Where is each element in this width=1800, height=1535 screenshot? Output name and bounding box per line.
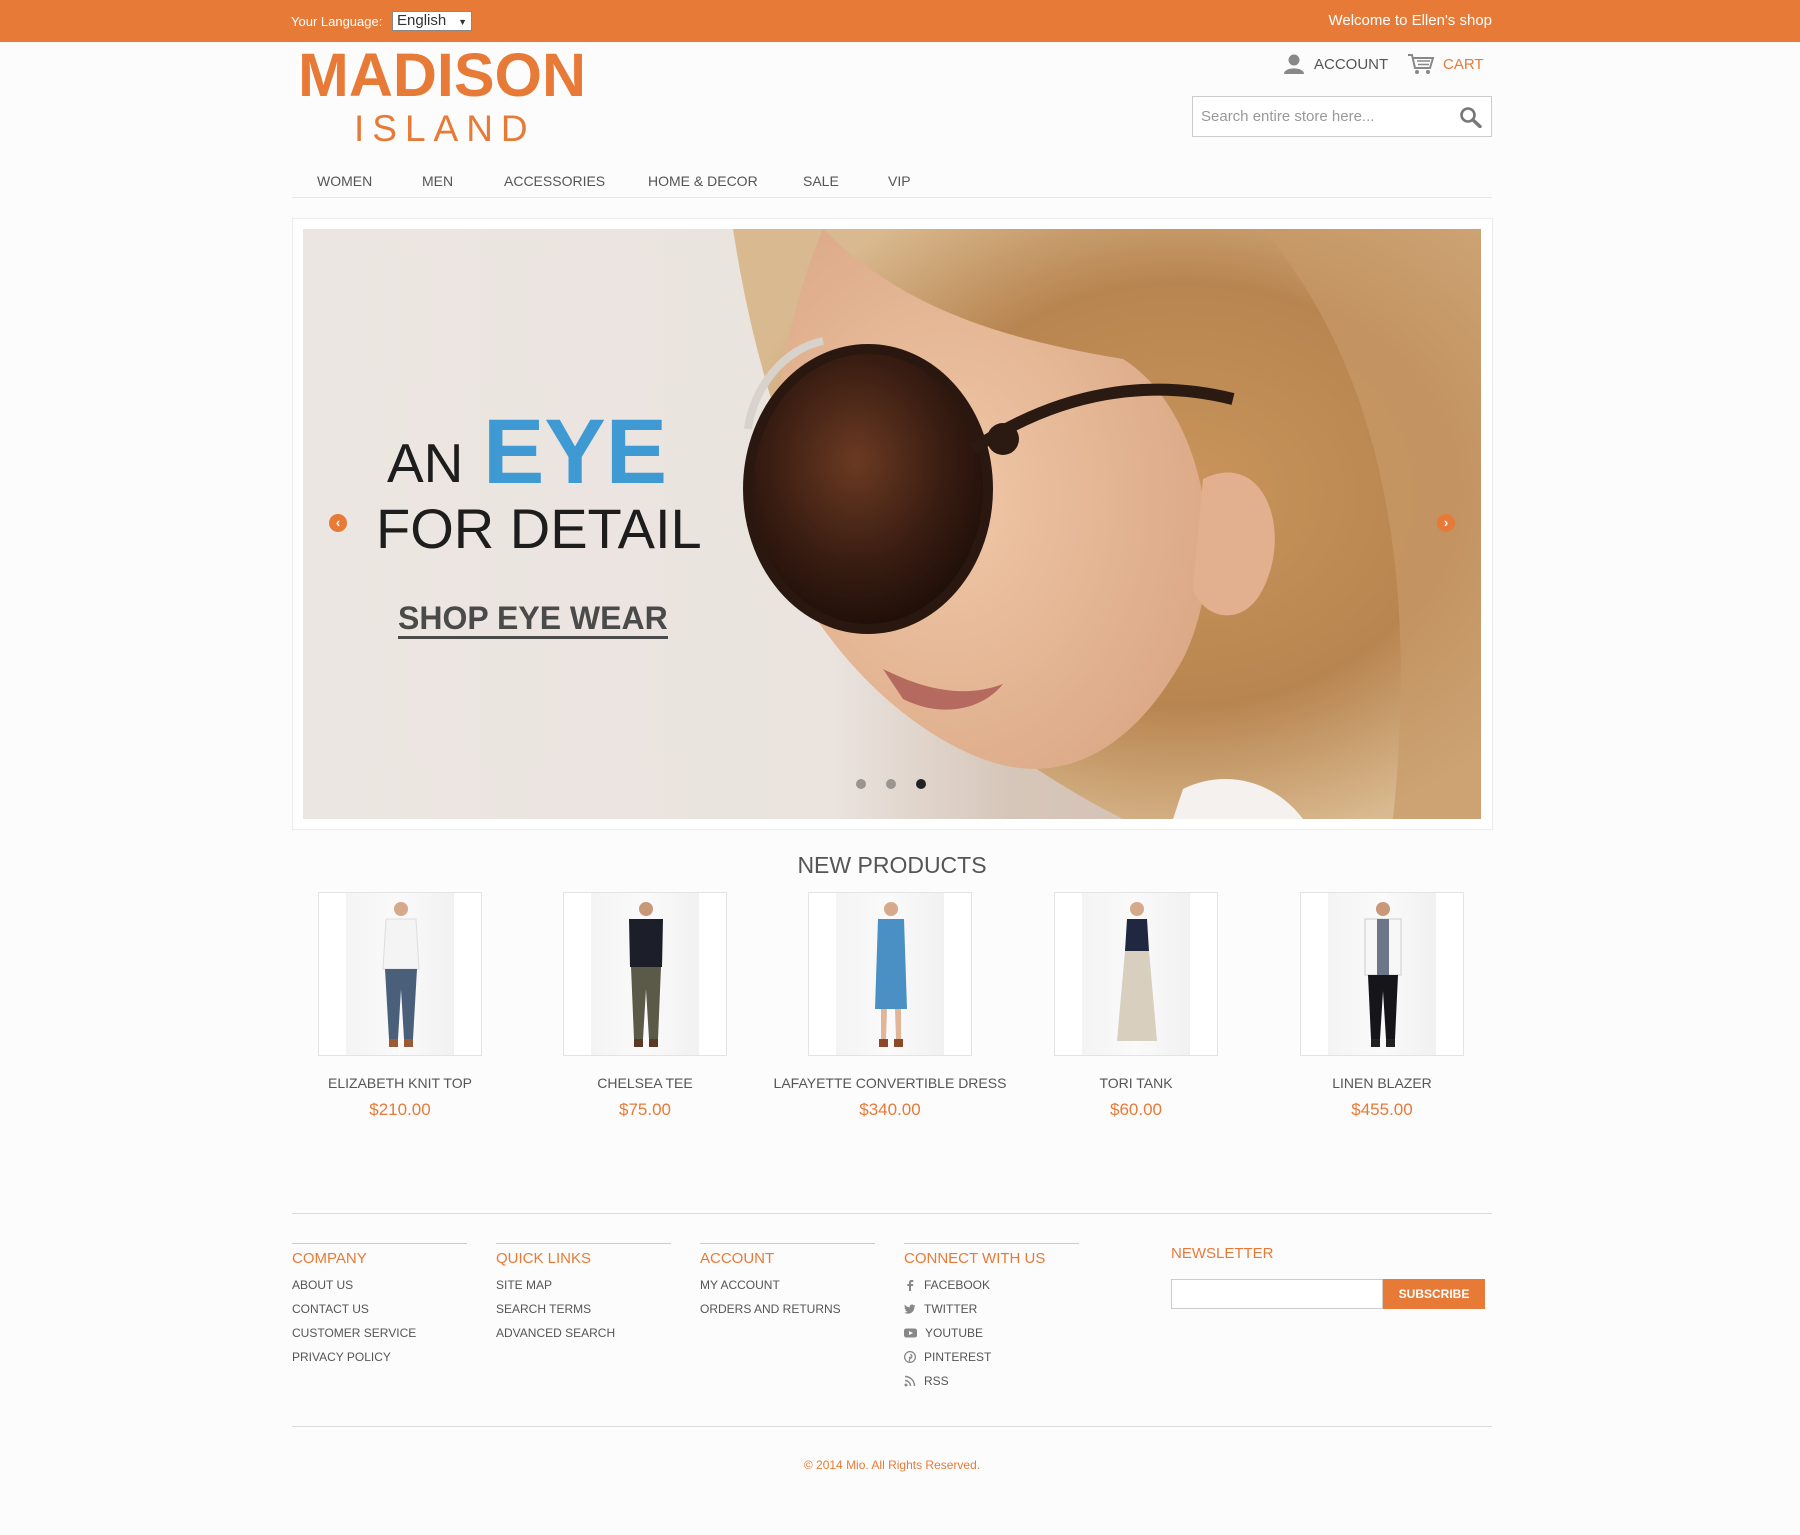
pinterest-label: PINTEREST (924, 1350, 992, 1364)
nav-item-men[interactable]: MEN (422, 173, 453, 189)
search-box (1192, 96, 1492, 137)
language-select[interactable]: English ▼ (392, 11, 472, 31)
footer-column-company: COMPANY ABOUT US CONTACT US CUSTOMER SER… (292, 1243, 467, 1369)
product-image[interactable] (808, 892, 972, 1056)
footer-link-customer-service[interactable]: CUSTOMER SERVICE (292, 1321, 467, 1345)
footer-heading-account: ACCOUNT (700, 1250, 775, 1267)
dropdown-caret-icon: ▼ (458, 17, 467, 27)
footer-link-contact-us[interactable]: CONTACT US (292, 1297, 467, 1321)
product-image[interactable] (563, 892, 727, 1056)
account-link[interactable]: ACCOUNT (1283, 51, 1388, 77)
product-card: ELIZABETH KNIT TOP $210.00 (278, 892, 522, 1120)
facebook-icon (907, 1280, 914, 1291)
copyright-text: © 2014 Mio. All Rights Reserved. (803, 1458, 981, 1472)
product-image[interactable] (1300, 892, 1464, 1056)
footer-link-site-map[interactable]: SITE MAP (496, 1273, 671, 1297)
rss-label: RSS (924, 1374, 949, 1388)
hero-headline-detail: FOR DETAIL (376, 497, 702, 560)
twitter-icon (904, 1304, 916, 1314)
slider-prev-arrow-icon[interactable]: ‹ (329, 514, 347, 532)
footer-link-search-terms[interactable]: SEARCH TERMS (496, 1297, 671, 1321)
product-card: CHELSEA TEE $75.00 (523, 892, 767, 1120)
logo-madison[interactable]: MADISON (298, 40, 586, 110)
product-name[interactable]: LAFAYETTE CONVERTIBLE DRESS (768, 1074, 1012, 1093)
product-price: $60.00 (1110, 1100, 1162, 1119)
footer-link-pinterest[interactable]: PINTEREST (904, 1345, 1079, 1369)
newsletter-heading: NEWSLETTER (1171, 1245, 1274, 1262)
product-card: LAFAYETTE CONVERTIBLE DRESS $340.00 (768, 892, 1012, 1120)
user-icon (1284, 54, 1304, 74)
hero-headline-eye: EYE (483, 401, 668, 503)
product-image[interactable] (1054, 892, 1218, 1056)
logo-island[interactable]: ISLAND (354, 108, 536, 150)
model-figure-icon (875, 902, 907, 1047)
product-price: $455.00 (1351, 1100, 1413, 1119)
footer-link-youtube[interactable]: YOUTUBE (904, 1321, 1079, 1345)
cart-icon (1408, 54, 1435, 74)
product-name[interactable]: TORI TANK (1014, 1074, 1258, 1093)
new-products-title: NEW PRODUCTS (797, 852, 987, 878)
newsletter-block: NEWSLETTER SUBSCRIBE (1171, 1243, 1501, 1309)
slider-dot-2[interactable] (886, 779, 896, 789)
footer-divider (292, 1213, 1492, 1214)
footer-column-connect: CONNECT WITH US FACEBOOK TWITTER YOUTUBE… (904, 1243, 1079, 1393)
product-price: $210.00 (369, 1100, 431, 1119)
footer-link-advanced-search[interactable]: ADVANCED SEARCH (496, 1321, 671, 1345)
rss-icon (904, 1375, 916, 1387)
footer-link-rss[interactable]: RSS (904, 1369, 1079, 1393)
top-bar: Your Language: English ▼ Welcome to Elle… (0, 0, 1800, 42)
nav-item-accessories[interactable]: ACCESSORIES (504, 173, 605, 189)
model-figure-icon (629, 902, 663, 1047)
footer-heading-company: COMPANY (292, 1250, 367, 1267)
footer-link-my-account[interactable]: MY ACCOUNT (700, 1273, 875, 1297)
footer-link-facebook[interactable]: FACEBOOK (904, 1273, 1079, 1297)
product-card: LINEN BLAZER $455.00 (1260, 892, 1504, 1120)
nav-item-sale[interactable]: SALE (803, 173, 839, 189)
cart-label: CART (1443, 55, 1484, 73)
search-input[interactable] (1193, 97, 1453, 136)
product-price: $340.00 (859, 1100, 921, 1119)
slider-dot-1[interactable] (856, 779, 866, 789)
footer-column-account: ACCOUNT MY ACCOUNT ORDERS AND RETURNS (700, 1243, 875, 1321)
search-icon[interactable] (1459, 106, 1483, 128)
language-label: Your Language: (291, 14, 383, 29)
product-price: $75.00 (619, 1100, 671, 1119)
footer-link-twitter[interactable]: TWITTER (904, 1297, 1079, 1321)
pinterest-icon (904, 1351, 916, 1363)
product-image[interactable] (318, 892, 482, 1056)
model-figure-icon (382, 902, 420, 1047)
hero-headline-an: AN (387, 432, 464, 494)
slider-dot-3[interactable] (916, 779, 926, 789)
shop-eye-wear-link[interactable]: SHOP EYE WEAR (398, 601, 668, 639)
subscribe-button[interactable]: SUBSCRIBE (1383, 1279, 1485, 1309)
product-name[interactable]: CHELSEA TEE (523, 1074, 767, 1093)
twitter-label: TWITTER (924, 1302, 978, 1316)
product-name[interactable]: LINEN BLAZER (1260, 1074, 1504, 1093)
main-navigation: WOMEN MEN ACCESSORIES HOME & DECOR SALE … (292, 166, 1492, 198)
footer-link-orders-returns[interactable]: ORDERS AND RETURNS (700, 1297, 875, 1321)
nav-item-women[interactable]: WOMEN (317, 173, 372, 189)
hero-slider[interactable]: AN EYE FOR DETAIL SHOP EYE WEAR ‹ › (303, 229, 1481, 819)
youtube-label: YOUTUBE (925, 1326, 984, 1340)
model-figure-icon (1117, 902, 1157, 1041)
cart-link[interactable]: CART (1407, 51, 1484, 77)
product-name[interactable]: ELIZABETH KNIT TOP (278, 1074, 522, 1093)
newsletter-email-input[interactable] (1171, 1279, 1383, 1309)
footer-heading-quick-links: QUICK LINKS (496, 1250, 592, 1267)
footer-link-privacy-policy[interactable]: PRIVACY POLICY (292, 1345, 467, 1369)
footer-heading-connect: CONNECT WITH US (904, 1250, 1046, 1267)
model-figure-icon (1364, 902, 1402, 1047)
footer-bottom-divider (292, 1426, 1492, 1427)
nav-item-vip[interactable]: VIP (888, 173, 911, 189)
language-value: English (397, 12, 447, 29)
youtube-icon (904, 1328, 917, 1338)
footer-link-about-us[interactable]: ABOUT US (292, 1273, 467, 1297)
welcome-message: Welcome to Ellen's shop (1328, 12, 1493, 29)
slider-next-arrow-icon[interactable]: › (1437, 514, 1455, 532)
product-card: TORI TANK $60.00 (1014, 892, 1258, 1120)
account-label: ACCOUNT (1314, 55, 1389, 73)
nav-item-home-decor[interactable]: HOME & DECOR (648, 173, 758, 189)
facebook-label: FACEBOOK (924, 1278, 991, 1292)
footer-column-quick-links: QUICK LINKS SITE MAP SEARCH TERMS ADVANC… (496, 1243, 671, 1345)
